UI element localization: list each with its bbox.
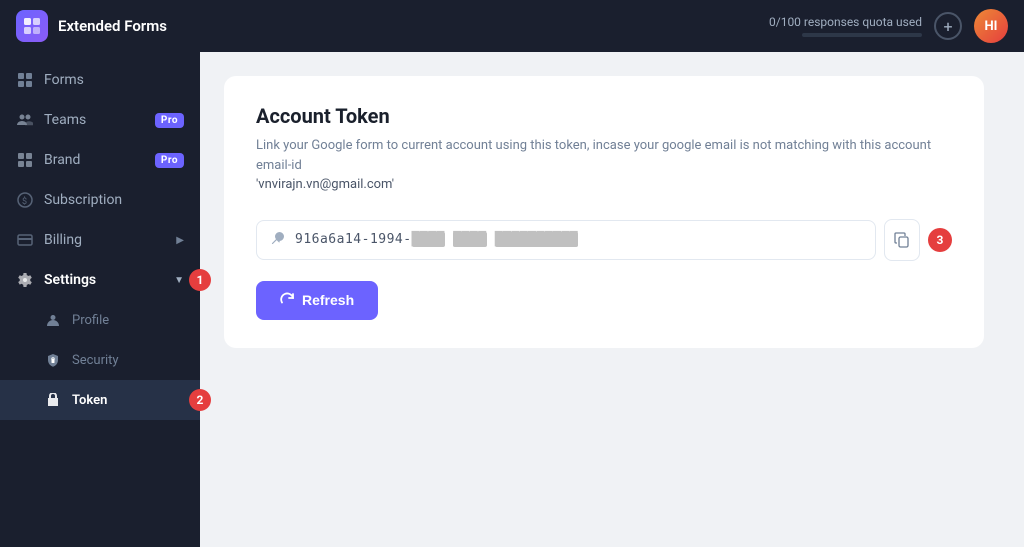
header: Extended Forms 0/100 responses quota use… bbox=[0, 0, 1024, 52]
quota-section: 0/100 responses quota used bbox=[769, 15, 922, 37]
token-row: 916a6a14-1994-████ ████ ██████████ 3 bbox=[256, 219, 952, 261]
billing-arrow: ▶ bbox=[176, 235, 184, 246]
sidebar-item-security[interactable]: Security bbox=[0, 340, 200, 380]
app-title: Extended Forms bbox=[58, 17, 167, 35]
refresh-label: Refresh bbox=[302, 292, 354, 308]
sidebar-item-subscription[interactable]: $ Subscription bbox=[0, 180, 200, 220]
copy-button[interactable] bbox=[884, 219, 920, 261]
security-icon bbox=[44, 351, 62, 369]
sidebar-label-token: Token bbox=[72, 393, 107, 408]
token-icon bbox=[44, 391, 62, 409]
settings-submenu: Profile Security Token bbox=[0, 300, 200, 420]
token-input: 916a6a14-1994-████ ████ ██████████ bbox=[256, 220, 876, 260]
sidebar-label-profile: Profile bbox=[72, 313, 109, 328]
sidebar-item-billing[interactable]: Billing ▶ bbox=[0, 220, 200, 260]
sidebar-label-settings: Settings bbox=[44, 272, 96, 288]
brand-badge: Pro bbox=[155, 153, 184, 168]
sidebar: Forms Teams Pro bbox=[0, 52, 200, 547]
sidebar-item-settings[interactable]: Settings ▼ 1 bbox=[0, 260, 200, 300]
sidebar-label-teams: Teams bbox=[44, 112, 86, 128]
sidebar-label-security: Security bbox=[72, 353, 119, 368]
brand-icon bbox=[16, 151, 34, 169]
settings-icon bbox=[16, 271, 34, 289]
annotation-badge-3: 3 bbox=[928, 228, 952, 252]
sidebar-item-token[interactable]: Token 2 bbox=[0, 380, 200, 420]
avatar[interactable]: HI bbox=[974, 9, 1008, 43]
header-right: 0/100 responses quota used + HI bbox=[769, 9, 1008, 43]
teams-icon bbox=[16, 111, 34, 129]
quota-text: 0/100 responses quota used bbox=[769, 15, 922, 29]
sidebar-item-brand[interactable]: Brand Pro bbox=[0, 140, 200, 180]
billing-icon bbox=[16, 231, 34, 249]
refresh-icon bbox=[280, 292, 294, 309]
sidebar-label-subscription: Subscription bbox=[44, 192, 122, 208]
sidebar-item-forms[interactable]: Forms bbox=[0, 60, 200, 100]
card-title: Account Token bbox=[256, 104, 952, 128]
card-description: Link your Google form to current account… bbox=[256, 136, 952, 195]
token-value: 916a6a14-1994-████ ████ ██████████ bbox=[295, 232, 578, 247]
token-key-icon bbox=[271, 231, 285, 249]
main-content: Account Token Link your Google form to c… bbox=[200, 52, 1024, 547]
refresh-button[interactable]: Refresh bbox=[256, 281, 378, 320]
main-layout: Forms Teams Pro bbox=[0, 52, 1024, 547]
card-desc-text: Link your Google form to current account… bbox=[256, 138, 931, 173]
account-token-card: Account Token Link your Google form to c… bbox=[224, 76, 984, 348]
sidebar-label-forms: Forms bbox=[44, 72, 84, 88]
teams-badge: Pro bbox=[155, 113, 184, 128]
logo-icon bbox=[16, 10, 48, 42]
sidebar-label-brand: Brand bbox=[44, 152, 80, 168]
sidebar-label-billing: Billing bbox=[44, 232, 82, 248]
settings-arrow: ▼ bbox=[174, 275, 184, 286]
sidebar-item-teams[interactable]: Teams Pro bbox=[0, 100, 200, 140]
profile-icon bbox=[44, 311, 62, 329]
svg-text:$: $ bbox=[22, 196, 27, 207]
sidebar-item-profile[interactable]: Profile bbox=[0, 300, 200, 340]
logo: Extended Forms bbox=[16, 10, 167, 42]
add-button[interactable]: + bbox=[934, 12, 962, 40]
card-email: 'vnvirajn.vn@gmail.com' bbox=[256, 177, 394, 192]
forms-icon bbox=[16, 71, 34, 89]
subscription-icon: $ bbox=[16, 191, 34, 209]
quota-bar bbox=[802, 33, 922, 37]
